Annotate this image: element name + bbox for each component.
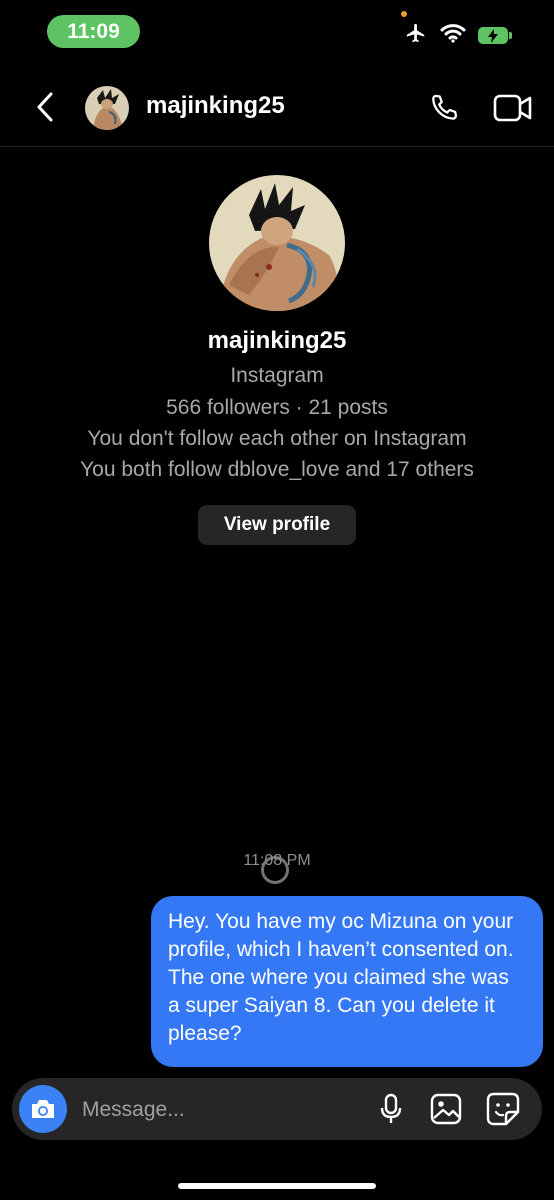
mutual-followers: You both follow dblove_love and 17 other… xyxy=(80,458,474,481)
header-divider xyxy=(0,146,554,147)
gallery-icon xyxy=(430,1093,462,1125)
header-avatar[interactable] xyxy=(85,86,129,130)
wifi-icon xyxy=(440,23,466,48)
sticker-button[interactable] xyxy=(484,1090,522,1128)
profile-platform: Instagram xyxy=(230,364,324,387)
vanish-mode-ring-icon xyxy=(261,856,289,884)
microphone-icon xyxy=(380,1093,402,1123)
video-camera-icon xyxy=(493,94,532,122)
video-call-button[interactable] xyxy=(492,89,534,127)
privacy-indicator-dot xyxy=(401,11,407,17)
gallery-button[interactable] xyxy=(428,1090,464,1128)
voice-call-button[interactable] xyxy=(424,88,464,128)
back-button[interactable] xyxy=(30,89,60,125)
camera-icon xyxy=(32,1100,54,1118)
sent-message-bubble[interactable]: Hey. You have my oc Mizuna on your profi… xyxy=(151,896,543,1067)
status-icons xyxy=(404,22,512,49)
microphone-button[interactable] xyxy=(375,1090,407,1128)
sticker-icon xyxy=(486,1092,520,1126)
phone-icon xyxy=(432,94,458,120)
battery-charging-icon xyxy=(478,27,512,44)
view-profile-button[interactable]: View profile xyxy=(198,505,356,545)
status-time: 11:09 xyxy=(47,15,140,48)
message-input[interactable] xyxy=(80,1090,364,1130)
profile-avatar[interactable] xyxy=(209,175,345,311)
home-indicator xyxy=(178,1183,376,1189)
back-chevron-icon xyxy=(37,92,53,122)
follow-status: You don't follow each other on Instagram xyxy=(87,427,467,450)
header-username[interactable]: majinking25 xyxy=(146,92,285,120)
airplane-icon xyxy=(404,22,428,49)
profile-stats: 566 followers · 21 posts xyxy=(166,396,388,419)
profile-username: majinking25 xyxy=(207,327,347,354)
camera-button[interactable] xyxy=(19,1085,67,1133)
